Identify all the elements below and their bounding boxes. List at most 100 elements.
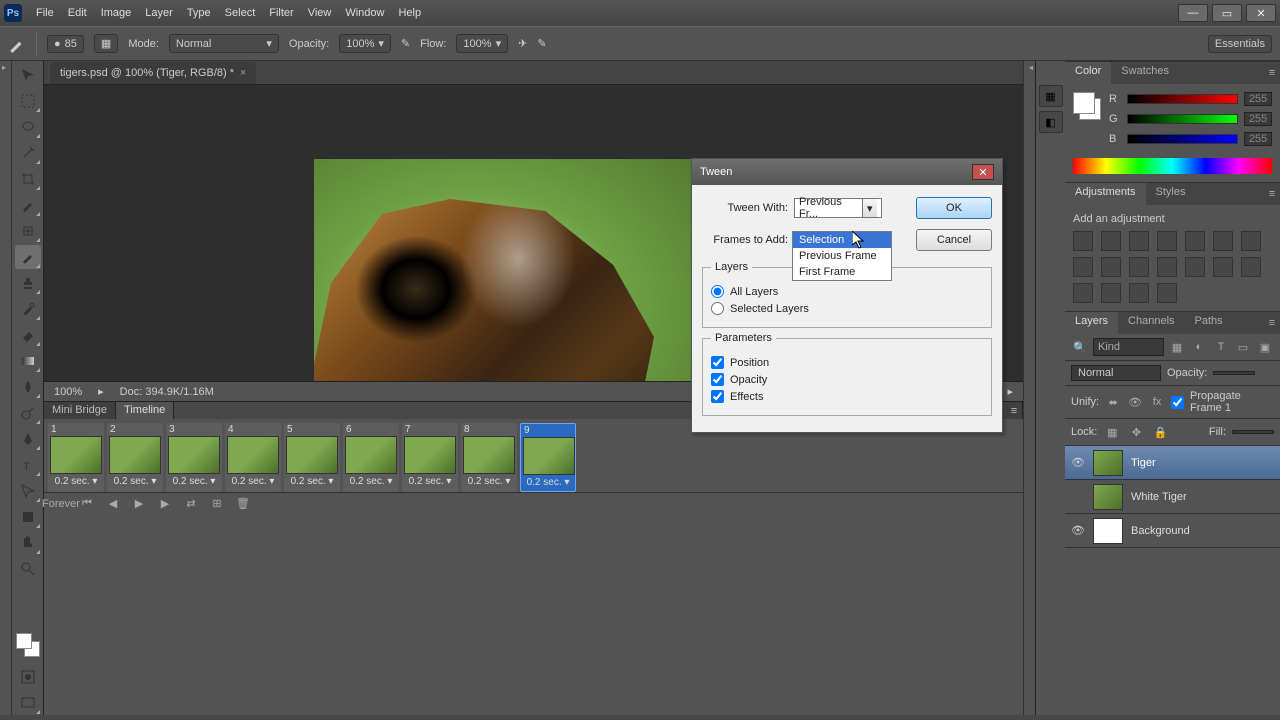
menu-image[interactable]: Image — [101, 7, 132, 19]
selective-color-icon[interactable] — [1101, 283, 1121, 303]
stamp-tool[interactable] — [15, 271, 41, 295]
opacity-input[interactable]: 100%▾ — [339, 34, 391, 53]
path-select-tool[interactable] — [15, 479, 41, 503]
tween-with-select[interactable]: Previous Fr... ▾ — [794, 198, 882, 218]
lock-pixels-icon[interactable]: ▦ — [1103, 423, 1121, 441]
timeline-frame[interactable]: 40.2 sec. ▾ — [225, 423, 281, 492]
menu-filter[interactable]: Filter — [269, 7, 293, 19]
visibility-icon[interactable]: 👁 — [1071, 524, 1085, 538]
duplicate-frame-button[interactable]: ⊞ — [208, 496, 226, 512]
dialog-titlebar[interactable]: Tween ✕ — [692, 159, 1002, 185]
next-frame-button[interactable]: ▶ — [156, 496, 174, 512]
r-slider[interactable] — [1127, 94, 1238, 104]
menu-select[interactable]: Select — [225, 7, 256, 19]
opacity-checkbox[interactable] — [711, 373, 724, 386]
r-value[interactable]: 255 — [1244, 92, 1272, 106]
move-tool[interactable] — [15, 63, 41, 87]
threshold-icon[interactable] — [1241, 257, 1261, 277]
pen-tool[interactable] — [15, 427, 41, 451]
color-swatch[interactable] — [16, 633, 40, 657]
shape-tool[interactable] — [15, 505, 41, 529]
document-tab[interactable]: tigers.psd @ 100% (Tiger, RGB/8) *× — [50, 62, 256, 84]
close-tab-icon[interactable]: × — [240, 67, 246, 79]
frame-delay[interactable]: 0.2 sec. ▾ — [402, 474, 458, 490]
airbrush-icon[interactable]: ✈ — [518, 37, 527, 50]
eyedropper-tool[interactable] — [15, 193, 41, 217]
arrow-icon[interactable]: ▸ — [98, 385, 104, 398]
healing-tool[interactable] — [15, 219, 41, 243]
lock-all-icon[interactable]: 🔒 — [1151, 423, 1169, 441]
close-button[interactable]: ✕ — [1246, 4, 1276, 22]
left-collapse-strip[interactable]: ▸ — [0, 61, 12, 715]
dialog-close-button[interactable]: ✕ — [972, 164, 994, 180]
tablet-size-icon[interactable]: ✎ — [537, 37, 546, 50]
color-spectrum[interactable] — [1073, 158, 1272, 174]
tab-styles[interactable]: Styles — [1146, 183, 1196, 205]
maximize-button[interactable]: ▭ — [1212, 4, 1242, 22]
brush-tool[interactable] — [15, 245, 41, 269]
color-balance-icon[interactable] — [1241, 231, 1261, 251]
invert-icon[interactable] — [1185, 257, 1205, 277]
marquee-tool[interactable] — [15, 89, 41, 113]
position-checkbox[interactable] — [711, 356, 724, 369]
timeline-frame[interactable]: 20.2 sec. ▾ — [107, 423, 163, 492]
frame-delay[interactable]: 0.2 sec. ▾ — [166, 474, 222, 490]
timeline-frame[interactable]: 80.2 sec. ▾ — [461, 423, 517, 492]
channel-mixer-icon[interactable] — [1129, 257, 1149, 277]
color-lookup-icon[interactable] — [1157, 257, 1177, 277]
tablet-opacity-icon[interactable]: ✎ — [401, 37, 410, 50]
tab-adjustments[interactable]: Adjustments — [1065, 183, 1146, 205]
frame-delay[interactable]: 0.2 sec. ▾ — [225, 474, 281, 490]
adj-icon[interactable] — [1157, 283, 1177, 303]
menu-layer[interactable]: Layer — [145, 7, 173, 19]
menu-type[interactable]: Type — [187, 7, 211, 19]
delete-frame-button[interactable]: 🗑 — [234, 496, 252, 512]
dodge-tool[interactable] — [15, 401, 41, 425]
bw-icon[interactable] — [1073, 257, 1093, 277]
layer-row[interactable]: 👁Background — [1065, 514, 1280, 548]
chevron-down-icon[interactable]: ▾ — [862, 199, 877, 217]
play-button[interactable]: ▶ — [130, 496, 148, 512]
g-slider[interactable] — [1127, 114, 1238, 124]
layer-row[interactable]: White Tiger — [1065, 480, 1280, 514]
vibrance-icon[interactable] — [1185, 231, 1205, 251]
menu-window[interactable]: Window — [345, 7, 384, 19]
frame-delay[interactable]: 0.2 sec. ▾ — [107, 474, 163, 490]
tab-swatches[interactable]: Swatches — [1111, 62, 1179, 84]
visibility-icon[interactable] — [1071, 490, 1085, 504]
flow-input[interactable]: 100%▾ — [456, 34, 508, 53]
menu-view[interactable]: View — [308, 7, 332, 19]
dropdown-option[interactable]: Selection — [793, 232, 891, 248]
first-frame-button[interactable]: ⏮ — [78, 496, 96, 512]
filter-smart-icon[interactable]: ▣ — [1256, 338, 1274, 356]
exposure-icon[interactable] — [1157, 231, 1177, 251]
adj-icon[interactable] — [1129, 283, 1149, 303]
timeline-frame[interactable]: 70.2 sec. ▾ — [402, 423, 458, 492]
frame-delay[interactable]: 0.2 sec. ▾ — [343, 474, 399, 490]
layer-row[interactable]: 👁Tiger — [1065, 446, 1280, 480]
dropdown-option[interactable]: Previous Frame — [793, 248, 891, 264]
timeline-frame[interactable]: 10.2 sec. ▾ — [48, 423, 104, 492]
menu-edit[interactable]: Edit — [68, 7, 87, 19]
timeline-frame[interactable]: 30.2 sec. ▾ — [166, 423, 222, 492]
propagate-checkbox[interactable] — [1171, 396, 1184, 409]
timeline-frame[interactable]: 90.2 sec. ▾ — [520, 423, 576, 492]
posterize-icon[interactable] — [1213, 257, 1233, 277]
quick-mask-toggle[interactable] — [15, 665, 41, 689]
panel-menu-icon[interactable]: ≡ — [1264, 312, 1280, 334]
filter-icon[interactable]: 🔍 — [1071, 338, 1089, 356]
unify-position-icon[interactable]: ⬌ — [1105, 393, 1121, 411]
workspace-switcher[interactable]: Essentials — [1208, 35, 1272, 53]
play-icon[interactable]: ▸ — [1007, 385, 1013, 398]
b-slider[interactable] — [1127, 134, 1238, 144]
filter-type-icon[interactable]: T — [1212, 338, 1230, 356]
tab-paths[interactable]: Paths — [1185, 312, 1233, 334]
timeline-frame[interactable]: 50.2 sec. ▾ — [284, 423, 340, 492]
levels-icon[interactable] — [1101, 231, 1121, 251]
frame-delay[interactable]: 0.2 sec. ▾ — [284, 474, 340, 490]
minimize-button[interactable]: — — [1178, 4, 1208, 22]
zoom-tool[interactable] — [15, 557, 41, 581]
wand-tool[interactable] — [15, 141, 41, 165]
foreground-background-swatch[interactable] — [1073, 92, 1101, 120]
history-brush-tool[interactable] — [15, 297, 41, 321]
